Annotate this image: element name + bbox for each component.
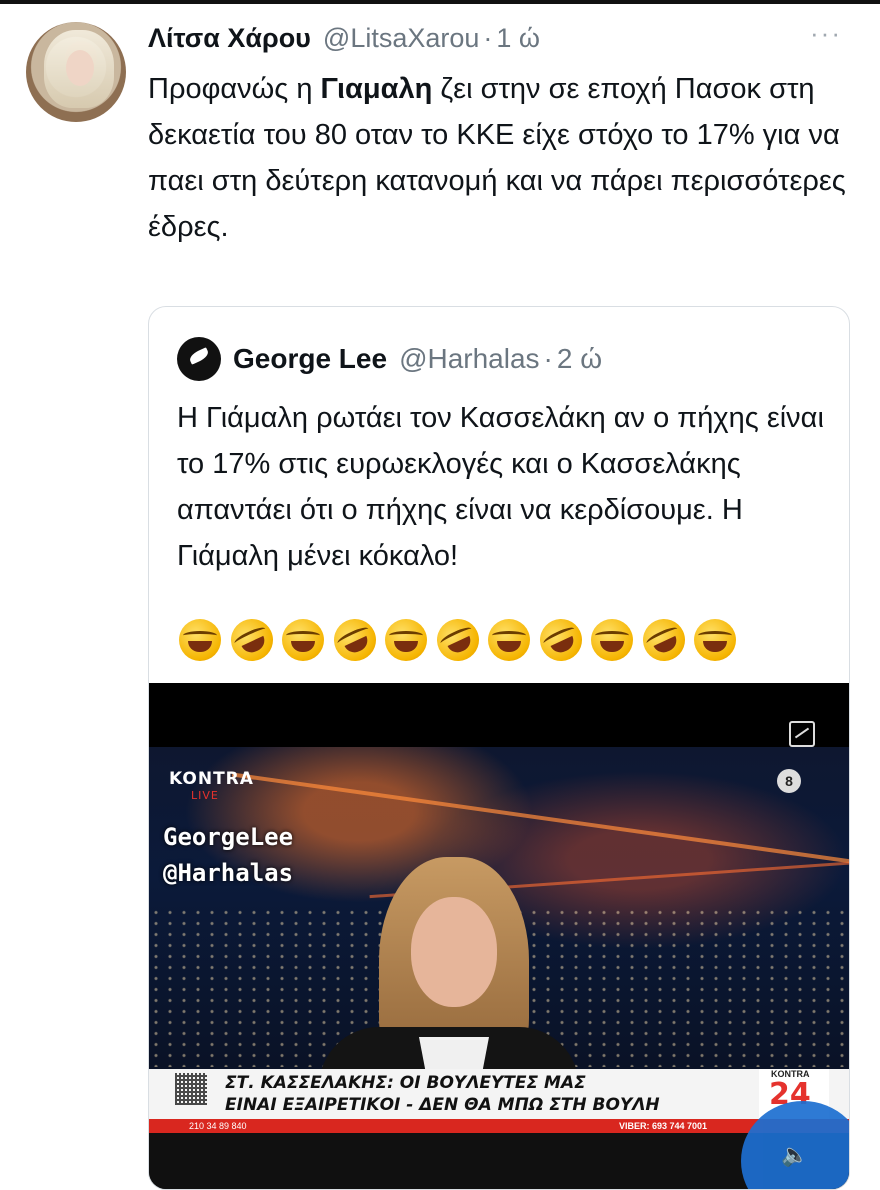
rofl-emoji [223, 612, 280, 668]
watermark-handle: @Harhalas [163, 859, 294, 887]
joy-emoji [488, 619, 530, 661]
quoted-tweet-header: George Lee @Harhalas · 2 ώ [177, 337, 602, 381]
author-handle[interactable]: @LitsaXarou [323, 23, 480, 54]
rofl-emoji [532, 612, 589, 668]
quoted-tweet-card[interactable]: George Lee @Harhalas · 2 ώ Η Γιάμαλη ρωτ… [148, 306, 850, 1190]
tweet-text-bold-name: Γιαμαλη [320, 73, 433, 105]
qr-code-icon [175, 1073, 207, 1105]
news-ticker: ΣΤ. ΚΑΣΣΕΛΑΚΗΣ: ΟΙ ΒΟΥΛΕΥΤΕΣ ΜΑΣ ΕΙΝΑΙ Ε… [149, 1069, 849, 1133]
ticker-headline-line2: ΕΙΝΑΙ ΕΞΑΙΡΕΤΙΚΟΙ - ΔΕΝ ΘΑ ΜΠΩ ΣΤΗ ΒΟΥΛΗ [225, 1095, 660, 1115]
timer-badge-icon: 8 [777, 769, 801, 793]
ticker-phone: 210 34 89 840 [189, 1121, 247, 1131]
ticker-headline-line1: ΣΤ. ΚΑΣΣΕΛΑΚΗΣ: ΟΙ ΒΟΥΛΕΥΤΕΣ ΜΑΣ [225, 1073, 586, 1093]
quoted-separator-dot: · [543, 343, 553, 374]
avatar-face [66, 50, 94, 86]
ticker-red-bar: 210 34 89 840 VIBER: 693 744 7001 [149, 1119, 849, 1133]
presenter-face [411, 897, 497, 1007]
tweet-age[interactable]: 1 ώ [496, 23, 540, 54]
joy-emoji [385, 619, 427, 661]
video-frame [149, 747, 849, 1157]
emoji-row [179, 612, 746, 668]
speaker-muted-icon: 🔈 [781, 1142, 809, 1167]
tweet-header: Λίτσα Χάρου @LitsaXarou · 1 ώ [148, 18, 540, 58]
embedded-video[interactable]: KONTRA LIVE GeorgeLee @Harhalas 8 ΣΤ. ΚΑΣ… [149, 683, 849, 1189]
joy-emoji [282, 619, 324, 661]
ticker-viber: VIBER: 693 744 7001 [619, 1121, 708, 1131]
quoted-author-handle[interactable]: @Harhalas [399, 343, 539, 375]
quoted-author-avatar[interactable] [177, 337, 221, 381]
author-name[interactable]: Λίτσα Χάρου [148, 23, 311, 54]
separator-dot: · [483, 22, 493, 53]
rofl-emoji [429, 612, 486, 668]
top-edge-bar [0, 0, 880, 4]
watermark-name: GeorgeLee [163, 823, 294, 851]
bridge-lights [231, 772, 849, 866]
author-avatar[interactable] [26, 22, 126, 122]
rofl-emoji [326, 612, 383, 668]
more-options-icon[interactable]: ··· [810, 18, 850, 48]
tweet-text: Προφανώς η Γιαμαλη ζει στην σε εποχή Πασ… [148, 66, 848, 250]
quoted-tweet-age[interactable]: 2 ώ [557, 343, 602, 375]
channel-logo-sub: LIVE [191, 789, 219, 802]
channel-logo-text: KONTRA [169, 769, 254, 789]
tweet-text-part1: Προφανώς η [148, 73, 321, 105]
rofl-emoji [635, 612, 692, 668]
joy-emoji [591, 619, 633, 661]
joy-emoji [694, 619, 736, 661]
channel-logo: KONTRA LIVE [169, 769, 254, 802]
quoted-tweet-text: Η Γιάμαλη ρωτάει τον Κασσελάκη αν ο πήχη… [177, 402, 824, 572]
picture-in-picture-icon[interactable] [789, 721, 815, 747]
quoted-author-name[interactable]: George Lee [233, 343, 387, 375]
video-letterbox-top [149, 683, 849, 747]
joy-emoji [179, 619, 221, 661]
